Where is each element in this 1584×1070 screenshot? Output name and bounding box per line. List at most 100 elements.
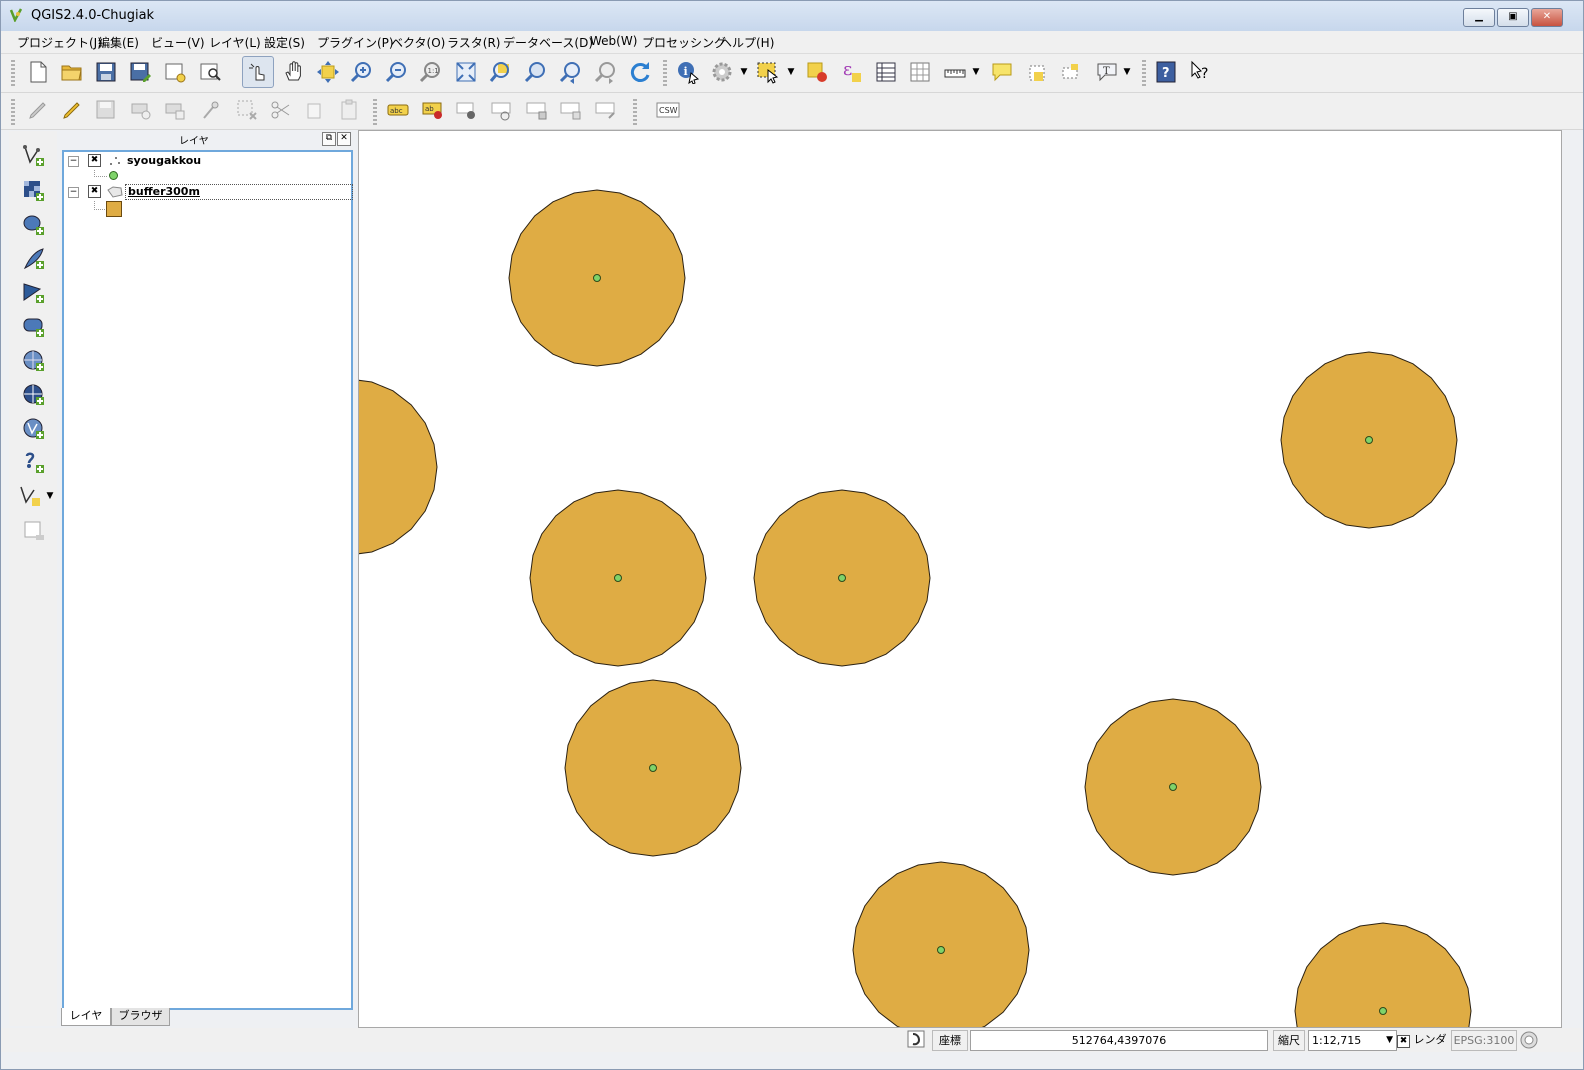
school-point[interactable] [614, 574, 622, 582]
chevron-down-icon[interactable]: ▼ [739, 57, 749, 87]
maximize-button[interactable]: ▣ [1497, 8, 1529, 27]
toolbar-grip[interactable] [11, 60, 15, 86]
toolbar-grip[interactable] [1142, 60, 1146, 86]
toolbar-grip[interactable] [663, 60, 667, 86]
layer-visibility-checkbox[interactable]: ✖ [88, 185, 101, 198]
crs-button[interactable]: EPSG:3100 [1451, 1030, 1517, 1051]
pin-labels-icon[interactable]: ab [418, 95, 448, 125]
tab-browser[interactable]: ブラウザ [111, 1008, 170, 1026]
menu-settings[interactable]: 設定(S) [264, 34, 305, 51]
menu-raster[interactable]: ラスタ(R) [447, 34, 500, 51]
zoom-full-icon[interactable] [451, 57, 481, 87]
mouse-coords-icon[interactable] [907, 1030, 927, 1049]
menu-edit[interactable]: 編集(E) [98, 34, 139, 51]
help-icon[interactable]: ? [1151, 57, 1181, 87]
menu-vector[interactable]: ベクタ(O) [391, 34, 445, 51]
label-properties-icon[interactable] [591, 95, 621, 125]
toggle-editing-icon[interactable] [57, 95, 87, 125]
add-postgis-layer-icon[interactable] [19, 210, 49, 240]
select-features-icon[interactable] [753, 57, 783, 87]
zoom-actual-size-icon[interactable]: 1:1 [416, 57, 446, 87]
statistics-icon[interactable] [905, 57, 935, 87]
zoom-last-icon[interactable] [556, 57, 586, 87]
buffer-polygon[interactable] [852, 861, 1030, 1027]
whats-this-icon[interactable]: ? [1186, 57, 1216, 87]
new-print-composer-icon[interactable] [160, 57, 190, 87]
measure-icon[interactable] [940, 57, 970, 87]
menu-view[interactable]: ビュー(V) [151, 34, 205, 51]
minimize-button[interactable]: ▁ [1463, 8, 1495, 27]
zoom-to-selection-icon[interactable] [486, 57, 516, 87]
map-tips-icon[interactable] [987, 57, 1017, 87]
chevron-down-icon[interactable]: ▼ [971, 57, 981, 87]
add-vector-layer-icon[interactable] [19, 141, 49, 171]
deselect-icon[interactable] [802, 57, 832, 87]
pan-to-selection-icon[interactable] [313, 57, 343, 87]
show-hide-labels-icon[interactable] [452, 95, 482, 125]
scale-combobox[interactable]: 1:12,715 ▼ [1308, 1030, 1397, 1051]
composer-manager-icon[interactable] [195, 57, 225, 87]
school-point[interactable] [937, 946, 945, 954]
collapse-icon[interactable]: − [68, 156, 79, 167]
buffer-polygon[interactable] [359, 379, 438, 555]
new-project-icon[interactable] [23, 57, 53, 87]
chevron-down-icon[interactable]: ▼ [1386, 1031, 1393, 1050]
tab-layers[interactable]: レイヤ [61, 1008, 111, 1026]
add-wfs-layer-icon[interactable] [19, 414, 49, 444]
toolbar-grip[interactable] [633, 99, 637, 125]
add-feature-icon[interactable] [126, 95, 156, 125]
save-edits-icon[interactable] [91, 95, 121, 125]
rotate-label-icon[interactable] [522, 95, 552, 125]
menu-plugins[interactable]: プラグイン(P) [317, 34, 394, 51]
collapse-icon[interactable]: − [68, 187, 79, 198]
menu-layer[interactable]: レイヤ(L) [209, 34, 261, 51]
attribute-table-icon[interactable] [871, 57, 901, 87]
add-wms-layer-icon[interactable] [19, 346, 49, 376]
menu-help[interactable]: ヘルプ(H) [720, 34, 774, 51]
node-tool-icon[interactable] [197, 95, 227, 125]
chevron-down-icon[interactable]: ▼ [786, 57, 796, 87]
zoom-next-icon[interactable] [591, 57, 621, 87]
render-checkbox[interactable]: ✖ [1397, 1035, 1410, 1048]
school-point[interactable] [838, 574, 846, 582]
menu-web[interactable]: Web(W) [590, 34, 637, 48]
add-wcs-layer-icon[interactable] [19, 380, 49, 410]
add-spatialite-layer-icon[interactable] [19, 244, 49, 274]
layer-item-syougakkou[interactable]: − ✖ syougakkou [68, 154, 348, 170]
change-label-icon[interactable] [556, 95, 586, 125]
csw-icon[interactable]: CSW [653, 95, 683, 125]
add-oracle-layer-icon[interactable] [19, 312, 49, 342]
show-bookmarks-icon[interactable] [1056, 57, 1086, 87]
remove-layer-icon[interactable] [19, 516, 49, 546]
toolbar-grip[interactable] [373, 99, 377, 125]
refresh-icon[interactable] [625, 57, 655, 87]
add-mssql-layer-icon[interactable] [19, 278, 49, 308]
toolbar-grip[interactable] [11, 99, 15, 125]
delete-selected-icon[interactable] [232, 95, 262, 125]
add-delimited-text-icon[interactable] [19, 448, 49, 478]
zoom-in-icon[interactable] [347, 57, 377, 87]
close-panel-button[interactable]: ✕ [337, 132, 351, 146]
map-canvas[interactable] [358, 130, 1562, 1028]
messages-button[interactable] [1519, 1030, 1541, 1049]
menu-project[interactable]: プロジェクト(J) [17, 34, 102, 51]
school-point[interactable] [1365, 436, 1373, 444]
move-feature-icon[interactable] [160, 95, 190, 125]
field-calculator-icon[interactable]: ε [836, 57, 866, 87]
map-layer-svg[interactable] [359, 131, 1561, 1027]
current-edits-icon[interactable] [23, 95, 53, 125]
text-annotation-icon[interactable]: T [1092, 57, 1122, 87]
layer-item-buffer300m[interactable]: − ✖ buffer300m [68, 184, 353, 201]
new-shapefile-icon[interactable] [15, 481, 45, 511]
save-as-icon[interactable] [126, 57, 156, 87]
school-point[interactable] [649, 764, 657, 772]
coordinate-field[interactable]: 512764,4397076 [970, 1030, 1268, 1051]
cut-features-icon[interactable] [266, 95, 296, 125]
school-point[interactable] [1169, 783, 1177, 791]
chevron-down-icon[interactable]: ▼ [1122, 57, 1132, 87]
paste-features-icon[interactable] [334, 95, 364, 125]
add-raster-layer-icon[interactable] [19, 176, 49, 206]
zoom-to-layer-icon[interactable] [521, 57, 551, 87]
label-icon[interactable]: abc [383, 95, 413, 125]
float-panel-button[interactable]: ⧉ [322, 132, 336, 146]
